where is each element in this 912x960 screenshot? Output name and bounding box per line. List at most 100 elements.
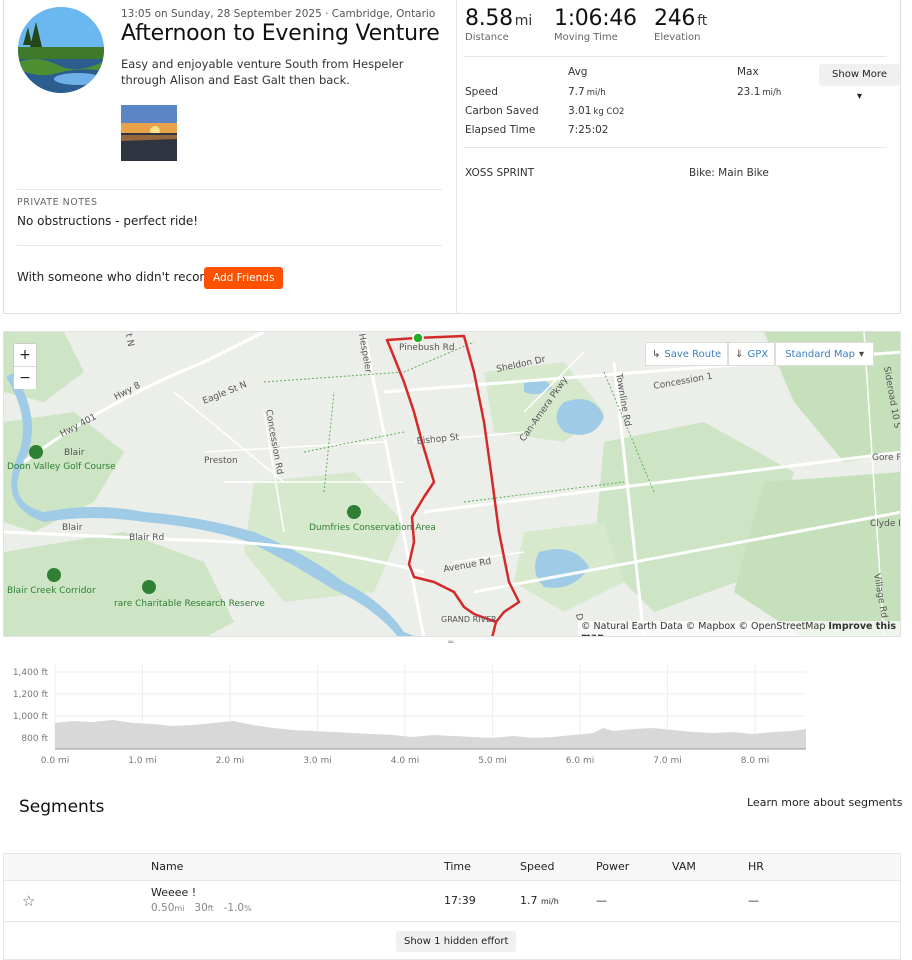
bike-name[interactable]: Bike: Main Bike — [689, 167, 769, 179]
map-label-blair-rd: Blair Rd — [129, 533, 164, 543]
carbon-value: 3.01 — [568, 105, 592, 117]
divider — [456, 0, 457, 313]
save-route-button[interactable]: ↳ Save Route — [645, 342, 729, 366]
activity-meta: 13:05 on Sunday, 28 September 2025 · Cam… — [121, 8, 436, 20]
col-name[interactable]: Name — [151, 860, 183, 873]
moving-time-label: Moving Time — [554, 32, 618, 43]
segment-hr: — — [748, 894, 759, 907]
map-label-dumfries: Dumfries Conservation Area — [309, 523, 436, 533]
attribution-text[interactable]: © Natural Earth Data © Mapbox © OpenStre… — [581, 621, 825, 632]
map-toolbar: ↳ Save Route ⇓ GPX Standard Map ▾ — [645, 342, 874, 366]
segments-table: Name Time Speed Power VAM HR ☆ Weeee ! 0… — [3, 853, 901, 960]
elevation-profile-area — [55, 720, 806, 749]
zoom-in-button[interactable]: + — [14, 344, 36, 366]
zoom-out-button[interactable]: − — [14, 367, 36, 389]
col-power[interactable]: Power — [596, 860, 629, 873]
y-tick-label: 1,400 ft — [13, 668, 49, 678]
map-style-select[interactable]: Standard Map ▾ — [775, 342, 874, 366]
map-label-clyde: Clyde R — [870, 519, 901, 529]
map-label-blair-creek: Blair Creek Corridor — [7, 586, 96, 596]
col-vam[interactable]: VAM — [672, 860, 696, 873]
private-notes-label: PRIVATE NOTES — [17, 197, 98, 208]
map-label-preston: Preston — [204, 456, 238, 466]
show-more-label: Show More — [832, 69, 887, 80]
elapsed-value: 7:25:02 — [568, 124, 609, 136]
segment-grade: -1.0 — [223, 902, 245, 914]
stat-elevation: 246 ft Elevation — [654, 6, 707, 43]
carbon-avg: 3.01 kg CO2 — [568, 105, 624, 117]
divider — [17, 245, 442, 246]
private-notes-text: No obstructions - perfect ride! — [17, 214, 199, 228]
max-header: Max — [737, 66, 759, 78]
distance-unit: mi — [514, 13, 533, 29]
segments-header-row: Name Time Speed Power VAM HR — [4, 854, 900, 881]
col-hr[interactable]: HR — [748, 860, 764, 873]
x-tick-label: 6.0 mi — [566, 756, 594, 766]
learn-more-link[interactable]: Learn more about segments — [747, 796, 902, 809]
segment-distance-unit: mi — [174, 904, 185, 913]
show-more-button[interactable]: Show More ▾ — [819, 64, 900, 102]
map-label-blair: Blair — [64, 448, 85, 458]
x-tick-label: 7.0 mi — [653, 756, 681, 766]
gpx-button[interactable]: ⇓ GPX — [728, 342, 776, 366]
segment-speed-value: 1.7 — [520, 894, 538, 907]
col-speed[interactable]: Speed — [520, 860, 554, 873]
show-hidden-efforts-button[interactable]: Show 1 hidden effort — [396, 931, 517, 952]
distance-label: Distance — [465, 32, 509, 43]
activity-summary-card: 13:05 on Sunday, 28 September 2025 · Cam… — [3, 0, 901, 314]
map-label-grand-river: GRAND RIVER — [441, 615, 497, 624]
segments-title: Segments — [19, 797, 105, 817]
x-tick-label: 0.0 mi — [41, 756, 69, 766]
route-icon: ↳ — [652, 348, 661, 360]
carbon-unit: kg CO2 — [593, 107, 625, 117]
elevation-value: 246 — [654, 6, 696, 31]
speed-avg-unit: mi/h — [586, 88, 606, 98]
distance-value: 8.58 — [465, 6, 513, 31]
map-label-doon: Doon Valley Golf Course — [7, 462, 116, 472]
save-route-label: Save Route — [664, 348, 722, 360]
speed-max-unit: mi/h — [762, 88, 782, 98]
map-label-rare: rare Charitable Research Reserve — [114, 599, 265, 609]
caret-down-icon: ▾ — [858, 348, 864, 360]
map-attribution: © Natural Earth Data © Mapbox © OpenStre… — [578, 621, 900, 636]
x-tick-label: 1.0 mi — [128, 756, 156, 766]
map-style-label: Standard Map — [785, 348, 855, 360]
y-tick-label: 800 ft — [21, 734, 48, 744]
gpx-label: GPX — [747, 348, 769, 360]
map-label-gore: Gore R — [872, 453, 901, 463]
elevation-chart[interactable]: 1,400 ft 1,200 ft 1,000 ft 800 ft 0.0 mi 1.0 … — [3, 645, 901, 770]
speed-label: Speed — [465, 86, 498, 98]
divider — [464, 147, 887, 148]
map-canvas[interactable]: Hwy 401 Hwy 8 Eagle St N Concession Rd P… — [4, 332, 901, 637]
segment-grade-unit: % — [244, 904, 252, 913]
x-tick-label: 5.0 mi — [478, 756, 506, 766]
segment-name[interactable]: Weeee ! — [151, 886, 196, 899]
speed-avg: 7.7 mi/h — [568, 86, 606, 98]
map-label-pinebush: Pinebush Rd — [399, 343, 455, 353]
friends-prompt: With someone who didn't record? — [17, 270, 219, 284]
divider — [464, 56, 887, 57]
add-friends-button[interactable]: Add Friends — [204, 267, 284, 289]
col-time[interactable]: Time — [444, 860, 471, 873]
segment-details: 0.50mi 30ft -1.0% — [151, 902, 252, 914]
x-tick-label: 8.0 mi — [741, 756, 769, 766]
avatar[interactable] — [18, 7, 104, 93]
y-tick-label: 1,200 ft — [13, 690, 49, 700]
elevation-unit: ft — [697, 13, 708, 29]
avg-header: Avg — [568, 66, 588, 78]
table-row[interactable]: ☆ Weeee ! 0.50mi 30ft -1.0% 17:39 1.7 mi… — [4, 881, 900, 922]
map-label-blair-town: Blair — [62, 523, 83, 533]
star-icon[interactable]: ☆ — [22, 892, 35, 910]
x-tick-label: 3.0 mi — [303, 756, 331, 766]
activity-photo[interactable] — [121, 105, 177, 161]
segment-power: — — [596, 894, 607, 907]
elevation-svg[interactable]: 1,400 ft 1,200 ft 1,000 ft 800 ft 0.0 mi 1.0 … — [3, 645, 901, 770]
elapsed-label: Elapsed Time — [465, 124, 536, 136]
elevation-label: Elevation — [654, 32, 701, 43]
activity-title[interactable]: Afternoon to Evening Venture — [121, 21, 440, 46]
zoom-controls: + − — [13, 343, 37, 389]
stat-moving-time: 1:06:46 Moving Time — [554, 6, 637, 43]
route-map[interactable]: Hwy 401 Hwy 8 Eagle St N Concession Rd P… — [3, 331, 901, 637]
caret-down-icon: ▾ — [856, 91, 863, 102]
stat-distance: 8.58 mi Distance — [465, 6, 532, 43]
